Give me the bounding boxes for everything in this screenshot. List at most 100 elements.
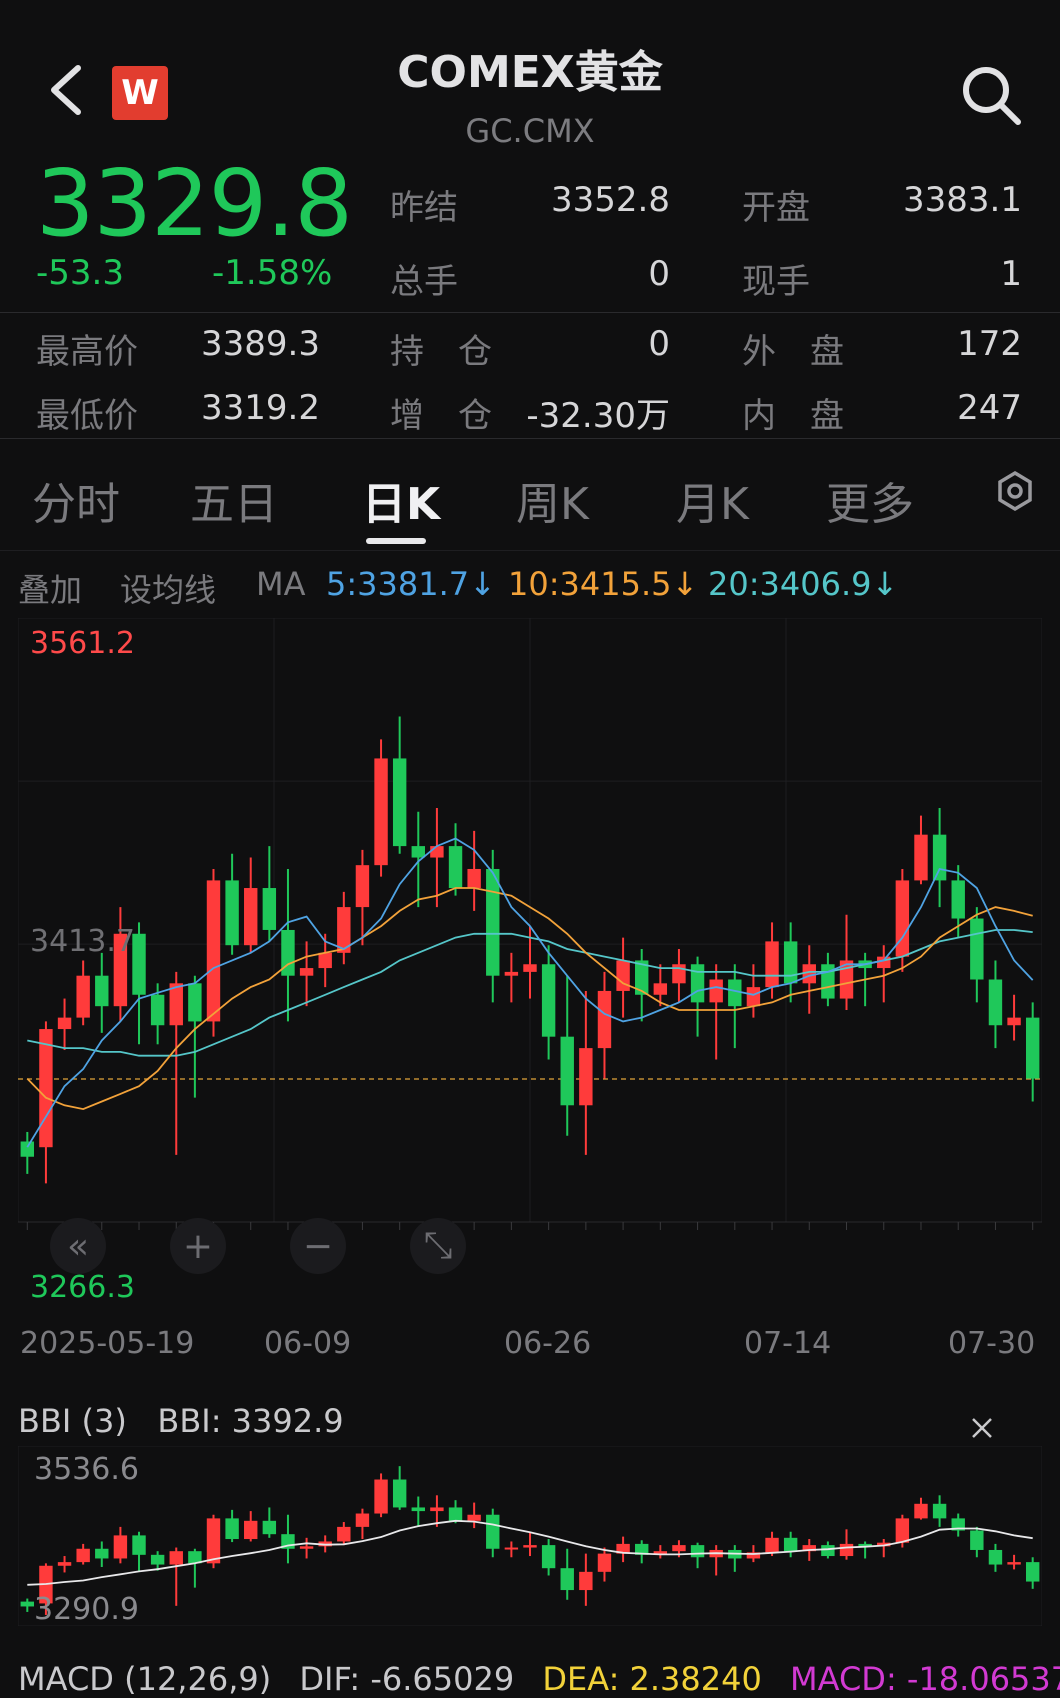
x-axis-label: 07-30 (948, 1326, 1036, 1361)
zoom-out-button[interactable]: − (290, 1218, 346, 1274)
candle-body (765, 941, 779, 988)
candle-body (523, 1545, 537, 1548)
candle-body (262, 1520, 277, 1535)
divider (0, 550, 1060, 551)
candle-body (802, 964, 816, 984)
candle-body (169, 983, 183, 1026)
x-axis-label: 07-14 (744, 1326, 832, 1361)
candle-body (448, 1507, 463, 1521)
tab-weekly-k[interactable]: 周K (516, 468, 589, 532)
candle-body (318, 952, 332, 969)
stat-label-oi-change: 增 仓 (390, 396, 492, 436)
divider (0, 312, 1060, 313)
search-icon[interactable] (958, 62, 1024, 128)
page-title: COMEX黄金 (397, 47, 663, 98)
bbi-high-label: 3536.6 (34, 1452, 139, 1487)
stat-label-high: 最高价 (36, 332, 138, 372)
candle-body (113, 1535, 128, 1559)
candle-body (411, 1507, 425, 1512)
macd-dea: DEA: 2.38240 (542, 1660, 762, 1698)
settings-gear-icon[interactable] (994, 470, 1036, 512)
candle-body (95, 1548, 109, 1559)
candle-body (76, 975, 90, 1018)
candle-body (467, 1514, 481, 1521)
x-axis-label: 06-09 (264, 1326, 352, 1361)
stat-value-outer: 172 (957, 324, 1022, 364)
candle-body (746, 987, 761, 1007)
candle-body (188, 983, 202, 1022)
divider (0, 438, 1060, 439)
scroll-left-button[interactable]: « (50, 1218, 106, 1274)
candle-body (579, 1048, 593, 1106)
tab-monthly-k[interactable]: 月K (676, 468, 749, 532)
candle-body (951, 880, 965, 919)
bbi-title: BBI (3) BBI: 3392.9 (18, 1402, 344, 1440)
stat-label-last-vol: 现手 (742, 262, 810, 302)
tab-intraday[interactable]: 分时 (32, 468, 120, 532)
tab-daily-k[interactable]: 日K (362, 468, 440, 532)
stat-value-low: 3319.2 (201, 388, 320, 428)
candle-body (95, 975, 109, 1007)
candle-body (504, 1547, 519, 1550)
candle-body (1025, 1562, 1040, 1582)
price-low-label: 3266.3 (30, 1270, 135, 1305)
symbol-code: GC.CMX (465, 112, 595, 150)
bbi-low-label: 3290.9 (34, 1592, 139, 1627)
candle-body (20, 1141, 35, 1157)
stat-value-last-vol: 1 (1000, 254, 1022, 294)
overlay-button[interactable]: 叠加 (18, 565, 82, 611)
candle-body (467, 868, 481, 889)
candle-body (560, 1568, 574, 1591)
tab-five-day[interactable]: 五日 (190, 468, 278, 532)
ma10-value: 10:3415.5↓ (508, 565, 699, 603)
candle-body (374, 758, 388, 866)
fullscreen-button[interactable]: ⤡ (410, 1218, 466, 1274)
stat-label-low: 最低价 (36, 396, 138, 436)
candle-body (411, 846, 425, 858)
candle-body (448, 846, 463, 889)
candle-body (709, 979, 723, 1003)
candle-body (690, 1545, 705, 1558)
candle-body (541, 1545, 556, 1569)
candle-body (392, 758, 407, 847)
candle-body (430, 846, 444, 858)
candle-body (225, 1518, 239, 1540)
candle-body (988, 979, 1003, 1026)
candle-body (1007, 1017, 1021, 1026)
candle-body (616, 960, 630, 991)
candle-body (430, 1507, 444, 1512)
macd-dif: DIF: -6.65029 (299, 1660, 515, 1698)
zoom-in-button[interactable]: + (170, 1218, 226, 1274)
bbi-chart[interactable] (18, 1446, 1042, 1626)
candlestick-chart[interactable] (18, 618, 1042, 1310)
candle-body (262, 888, 277, 930)
close-icon[interactable] (968, 1414, 996, 1442)
stat-label-open-interest: 持 仓 (390, 332, 492, 372)
candle-body (504, 971, 519, 976)
candle-body (57, 1562, 72, 1566)
active-tab-indicator (366, 538, 426, 544)
tab-more[interactable]: 更多 (826, 468, 914, 532)
candle-body (244, 1520, 258, 1540)
candle-body (337, 1526, 351, 1542)
stat-value-open-interest: 0 (648, 324, 670, 364)
candle-body (299, 968, 314, 976)
candle-body (579, 1571, 593, 1591)
stat-label-volume: 总手 (390, 262, 458, 302)
candle-body (486, 868, 500, 976)
candle-body (597, 990, 612, 1049)
set-ma-button[interactable]: 设均线 (120, 565, 216, 611)
ma20-value: 20:3406.9↓ (708, 565, 899, 603)
candle-body (597, 1553, 612, 1572)
candle-body (970, 1530, 984, 1550)
price-high-label: 3561.2 (30, 626, 135, 661)
macd-title: MACD (12,26,9) (18, 1660, 272, 1698)
candle-body (150, 994, 165, 1026)
candle-body (206, 1518, 221, 1564)
candle-body (169, 1551, 183, 1565)
x-axis-label: 06-26 (504, 1326, 592, 1361)
candle-body (244, 888, 258, 946)
candle-body (821, 1545, 835, 1557)
candle-body (672, 1545, 686, 1552)
candle-body (132, 1535, 146, 1555)
